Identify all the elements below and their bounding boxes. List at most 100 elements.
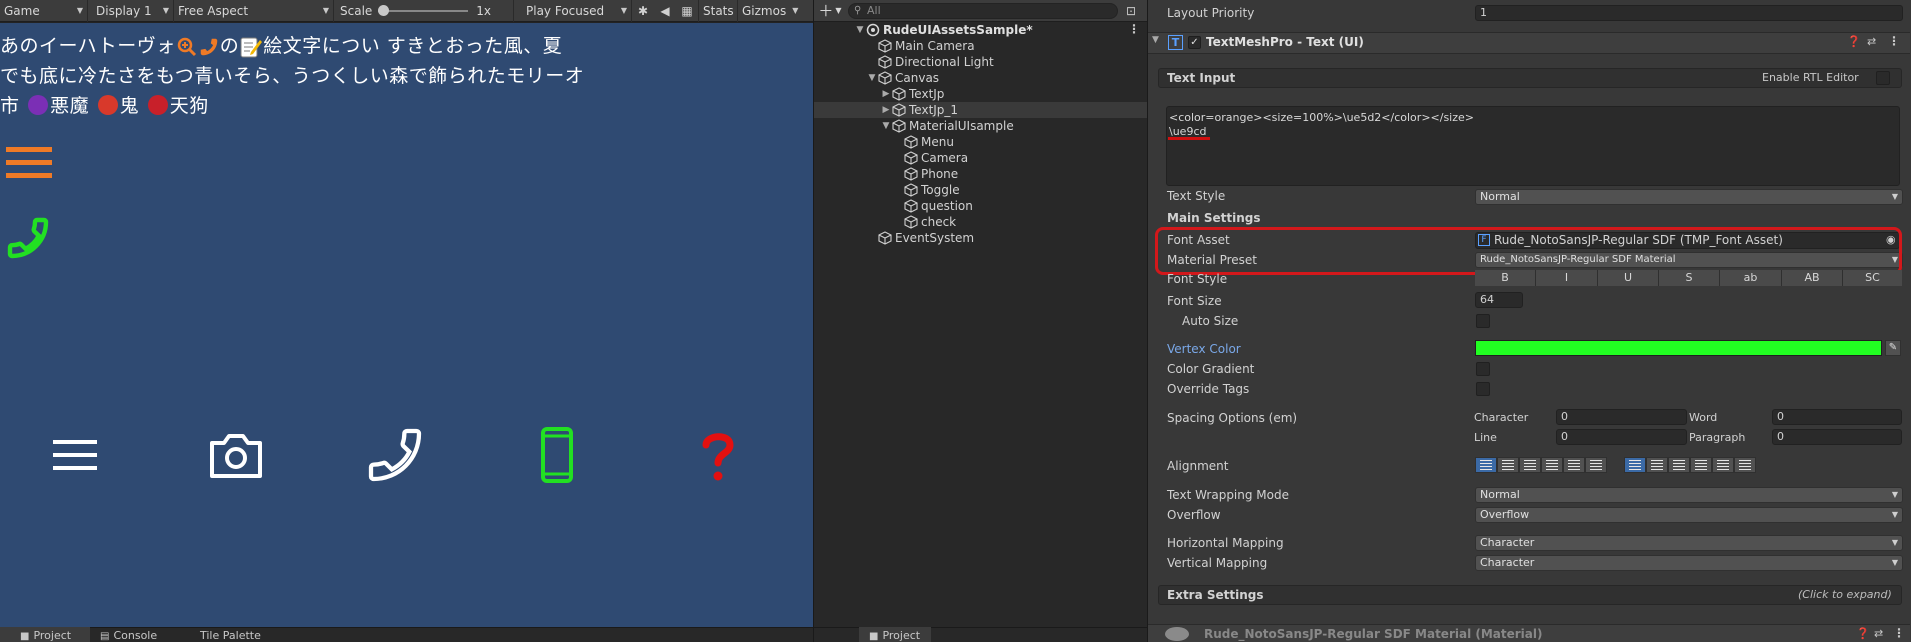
hierarchy-item-materialuisample[interactable]: ▼ MaterialUIsample <box>814 118 1148 134</box>
scale-slider-handle[interactable] <box>378 4 390 16</box>
help-icon[interactable]: ❓ <box>1856 627 1870 640</box>
color-gradient-checkbox[interactable] <box>1476 362 1490 376</box>
bug-icon[interactable]: ✱ <box>632 0 654 22</box>
align-justify-icon[interactable] <box>1541 457 1563 473</box>
auto-size-checkbox[interactable] <box>1476 314 1490 328</box>
stats-button[interactable]: Stats <box>698 0 738 22</box>
hierarchy-item-question[interactable]: question <box>814 198 1148 214</box>
highlight-box <box>1155 227 1902 275</box>
tab-tile-palette[interactable]: Tile Palette <box>188 627 298 642</box>
font-style-underline[interactable]: U <box>1598 270 1659 286</box>
align-capline-icon[interactable] <box>1734 457 1756 473</box>
preset-icon[interactable]: ⇄ <box>1867 35 1876 48</box>
expand-arrow-icon[interactable]: ▼ <box>1152 35 1159 45</box>
hierarchy-search-input[interactable]: ⚲ All <box>848 2 1118 19</box>
expand-arrow-icon[interactable]: ▼ <box>880 121 892 131</box>
view-dropdown[interactable]: Game ▼ <box>0 0 88 22</box>
font-style-smallcaps[interactable]: SC <box>1843 270 1902 286</box>
align-center-icon[interactable] <box>1497 457 1519 473</box>
extra-settings-header[interactable]: Extra Settings <box>1158 585 1902 605</box>
tab-project[interactable]: ■ Project <box>0 627 90 642</box>
hierarchy-item-main-camera[interactable]: Main Camera <box>814 38 1148 54</box>
collapse-arrow-icon[interactable]: ▶ <box>880 89 892 99</box>
hierarchy-item-check[interactable]: check <box>814 214 1148 230</box>
text-segment: 市 <box>0 95 20 117</box>
horizontal-mapping-dropdown[interactable]: Character ▼ <box>1475 535 1903 551</box>
tab-project-2[interactable]: ■ Project <box>859 627 931 642</box>
align-middle-icon[interactable] <box>1646 457 1668 473</box>
font-style-strikethrough[interactable]: S <box>1659 270 1720 286</box>
more-options-icon[interactable]: ⋮ <box>1888 34 1900 48</box>
help-icon[interactable]: ❓ <box>1847 35 1861 48</box>
collapse-arrow-icon[interactable]: ▶ <box>880 105 892 115</box>
expand-arrow-icon[interactable]: ▼ <box>866 73 878 83</box>
hierarchy-item-eventsystem[interactable]: EventSystem <box>814 230 1148 246</box>
align-left-icon[interactable] <box>1475 457 1497 473</box>
font-size-field[interactable]: 64 <box>1475 292 1523 308</box>
scene-name: RudeUIAssetsSample* <box>883 23 1033 37</box>
paragraph-spacing-field[interactable]: 0 <box>1772 429 1902 445</box>
vertical-mapping-value: Character <box>1480 556 1535 569</box>
scale-slider[interactable] <box>378 4 469 16</box>
component-enabled-checkbox[interactable]: ✓ <box>1188 36 1201 49</box>
memo-icon <box>240 37 263 57</box>
audio-mute-icon[interactable]: ◀ <box>654 0 676 22</box>
text-line-3: 市 悪魔 鬼 天狗 <box>0 91 209 118</box>
hierarchy-item-phone[interactable]: Phone <box>814 166 1148 182</box>
play-mode-dropdown[interactable]: Play Focused ▼ <box>514 0 632 22</box>
game-viewport[interactable]: あのイーハトーヴォ の 絵文字につい すきとおった風、夏 でも底に冷たさをもつ青いそ… <box>0 23 813 627</box>
align-bottom-icon[interactable] <box>1668 457 1690 473</box>
scale-label: Scale <box>340 3 373 18</box>
align-midline-icon[interactable] <box>1712 457 1734 473</box>
gizmos-label: Gizmos <box>742 3 787 18</box>
expand-arrow-icon[interactable]: ▼ <box>854 25 866 35</box>
more-options-icon[interactable]: ⋮ <box>1893 626 1905 640</box>
hierarchy-item-textjp-1[interactable]: ▶ TextJp_1 <box>814 102 1148 118</box>
line-spacing-field[interactable]: 0 <box>1556 429 1687 445</box>
scale-control[interactable]: Scale 1x <box>334 0 514 22</box>
align-geometry-icon[interactable] <box>1585 457 1607 473</box>
hierarchy-item-textjp[interactable]: ▶ TextJp <box>814 86 1148 102</box>
vertex-color-swatch[interactable] <box>1475 340 1882 356</box>
keyboard-icon[interactable]: ▦ <box>676 0 698 22</box>
vertical-mapping-dropdown[interactable]: Character ▼ <box>1475 555 1903 571</box>
display-label: Display 1 <box>96 3 152 18</box>
chevron-down-icon: ▼ <box>1891 538 1898 547</box>
font-style-lowercase[interactable]: ab <box>1720 270 1782 286</box>
scene-row[interactable]: ▼ RudeUIAssetsSample* ⋮ <box>814 22 1148 38</box>
word-spacing-field[interactable]: 0 <box>1772 409 1902 425</box>
preset-icon[interactable]: ⇄ <box>1874 627 1883 640</box>
eyedropper-icon[interactable]: ✎ <box>1885 340 1901 356</box>
more-options-icon[interactable]: ⋮ <box>1128 22 1140 36</box>
hierarchy-item-toggle[interactable]: Toggle <box>814 182 1148 198</box>
font-style-italic[interactable]: I <box>1536 270 1598 286</box>
lock-icon[interactable]: ⊡ <box>1126 4 1136 18</box>
character-label: Character <box>1474 411 1529 424</box>
display-dropdown[interactable]: Display 1 ▼ <box>88 0 174 22</box>
textmeshpro-icon: T <box>1168 35 1183 50</box>
hierarchy-item-menu[interactable]: Menu <box>814 134 1148 150</box>
layout-priority-field[interactable]: 1 <box>1475 5 1903 21</box>
hierarchy-item-camera[interactable]: Camera <box>814 150 1148 166</box>
aspect-dropdown[interactable]: Free Aspect ▼ <box>174 0 334 22</box>
text-style-dropdown[interactable]: Normal ▼ <box>1475 189 1903 205</box>
enable-rtl-checkbox[interactable] <box>1876 71 1890 85</box>
gizmos-dropdown[interactable]: Gizmos ▼ <box>738 0 800 22</box>
hierarchy-item-canvas[interactable]: ▼ Canvas <box>814 70 1148 86</box>
add-object-button[interactable]: ＋ ▼ <box>814 0 846 22</box>
font-style-uppercase[interactable]: AB <box>1782 270 1843 286</box>
align-right-icon[interactable] <box>1519 457 1541 473</box>
align-flush-icon[interactable] <box>1563 457 1585 473</box>
wrapping-mode-value: Normal <box>1480 488 1520 501</box>
font-style-bold[interactable]: B <box>1475 270 1536 286</box>
game-panel: Game ▼ Display 1 ▼ Free Aspect ▼ Scale 1x P… <box>0 0 813 642</box>
wrapping-mode-dropdown[interactable]: Normal ▼ <box>1475 487 1903 503</box>
ogre-icon <box>97 95 118 115</box>
align-top-icon[interactable] <box>1624 457 1646 473</box>
align-baseline-icon[interactable] <box>1690 457 1712 473</box>
character-spacing-field[interactable]: 0 <box>1556 409 1687 425</box>
hierarchy-item-directional-light[interactable]: Directional Light <box>814 54 1148 70</box>
overflow-dropdown[interactable]: Overflow ▼ <box>1475 507 1903 523</box>
tab-console[interactable]: ▤ Console <box>90 627 188 642</box>
override-tags-checkbox[interactable] <box>1476 382 1490 396</box>
